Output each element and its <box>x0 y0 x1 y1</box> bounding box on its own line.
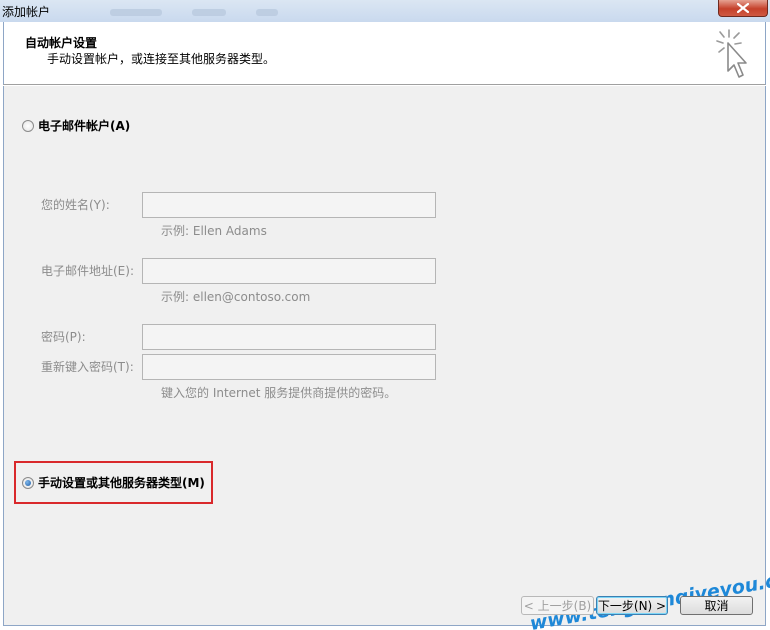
next-button[interactable]: 下一步(N) > <box>596 596 668 615</box>
blurred-menu-item <box>256 9 278 16</box>
password-label: 密码(P): <box>41 330 86 344</box>
password-hint: 键入您的 Internet 服务提供商提供的密码。 <box>161 386 397 400</box>
name-hint: 示例: Ellen Adams <box>161 224 267 238</box>
email-hint: 示例: ellen@contoso.com <box>161 290 311 304</box>
name-field[interactable] <box>142 192 436 218</box>
wizard-body: 电子邮件帐户(A) 您的姓名(Y): 示例: Ellen Adams 电子邮件地… <box>3 86 770 630</box>
confirm-password-field[interactable] <box>142 354 436 380</box>
close-icon <box>737 3 749 13</box>
page-title: 自动帐户设置 <box>25 36 98 50</box>
email-label: 电子邮件地址(E): <box>41 264 134 278</box>
manual-setup-label[interactable]: 手动设置或其他服务器类型(M) <box>38 474 205 491</box>
wizard-header: 自动帐户设置 手动设置帐户，或连接至其他服务器类型。 <box>3 22 766 85</box>
name-label: 您的姓名(Y): <box>41 198 110 212</box>
window-title: 添加帐户 <box>2 5 51 19</box>
email-account-radio[interactable] <box>22 120 34 132</box>
email-account-label[interactable]: 电子邮件帐户(A) <box>38 117 130 134</box>
confirm-password-label: 重新键入密码(T): <box>41 360 134 374</box>
blurred-menu-item <box>110 9 162 16</box>
close-button[interactable] <box>718 0 768 17</box>
manual-setup-radio[interactable] <box>22 477 34 489</box>
page-subtitle: 手动设置帐户，或连接至其他服务器类型。 <box>47 52 276 66</box>
back-button[interactable]: < 上一步(B) <box>521 596 594 615</box>
email-field[interactable] <box>142 258 436 284</box>
cancel-button[interactable]: 取消 <box>680 596 753 615</box>
blurred-menu-item <box>192 9 226 16</box>
title-bar: 添加帐户 <box>0 0 770 22</box>
magic-cursor-icon <box>716 29 747 78</box>
password-field[interactable] <box>142 324 436 350</box>
